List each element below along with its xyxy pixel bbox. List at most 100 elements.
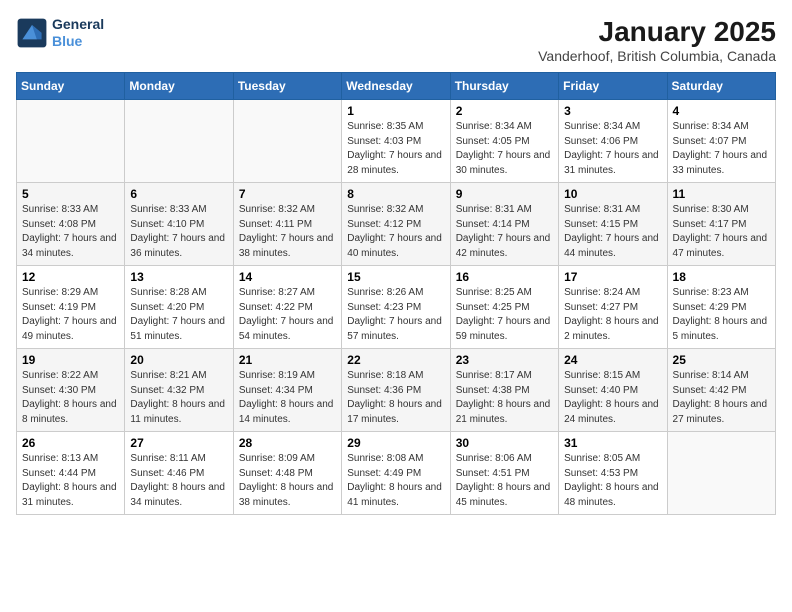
day-info: Sunrise: 8:29 AM Sunset: 4:19 PM Dayligh… xyxy=(22,286,119,344)
day-number: 1 xyxy=(347,104,444,118)
day-info: Sunrise: 8:32 AM Sunset: 4:12 PM Dayligh… xyxy=(347,203,444,261)
col-saturday: Saturday xyxy=(667,73,775,100)
calendar-cell: 3 Sunrise: 8:34 AM Sunset: 4:06 PM Daylig… xyxy=(559,100,667,183)
day-number: 12 xyxy=(22,270,119,284)
day-info: Sunrise: 8:14 AM Sunset: 4:42 PM Dayligh… xyxy=(673,369,770,427)
day-info: Sunrise: 8:06 AM Sunset: 4:51 PM Dayligh… xyxy=(456,452,553,510)
day-number: 4 xyxy=(673,104,770,118)
calendar-cell: 24 Sunrise: 8:15 AM Sunset: 4:40 PM Dayli… xyxy=(559,349,667,432)
week-row-4: 19Sunrise: 8:22 AM Sunset: 4:30 PM Dayli… xyxy=(17,349,776,432)
day-number: 6 xyxy=(130,187,227,201)
week-row-2: 5 Sunrise: 8:33 AM Sunset: 4:08 PM Daylig… xyxy=(17,183,776,266)
calendar-title: January 2025 xyxy=(538,16,776,48)
logo-text: General Blue xyxy=(52,16,104,50)
day-info: Sunrise: 8:08 AM Sunset: 4:49 PM Dayligh… xyxy=(347,452,444,510)
calendar-cell: 31Sunrise: 8:05 AM Sunset: 4:53 PM Dayli… xyxy=(559,432,667,515)
day-info: Sunrise: 8:23 AM Sunset: 4:29 PM Dayligh… xyxy=(673,286,770,344)
logo: General Blue xyxy=(16,16,104,50)
col-sunday: Sunday xyxy=(17,73,125,100)
day-info: Sunrise: 8:26 AM Sunset: 4:23 PM Dayligh… xyxy=(347,286,444,344)
day-info: Sunrise: 8:34 AM Sunset: 4:06 PM Dayligh… xyxy=(564,120,661,178)
day-number: 30 xyxy=(456,436,553,450)
day-info: Sunrise: 8:11 AM Sunset: 4:46 PM Dayligh… xyxy=(130,452,227,510)
day-number: 24 xyxy=(564,353,661,367)
calendar-cell: 10 Sunrise: 8:31 AM Sunset: 4:15 PM Dayli… xyxy=(559,183,667,266)
col-monday: Monday xyxy=(125,73,233,100)
week-row-5: 26Sunrise: 8:13 AM Sunset: 4:44 PM Dayli… xyxy=(17,432,776,515)
day-info: Sunrise: 8:15 AM Sunset: 4:40 PM Dayligh… xyxy=(564,369,661,427)
calendar-cell: 12 Sunrise: 8:29 AM Sunset: 4:19 PM Dayli… xyxy=(17,266,125,349)
calendar-cell: 6 Sunrise: 8:33 AM Sunset: 4:10 PM Daylig… xyxy=(125,183,233,266)
calendar-cell: 4 Sunrise: 8:34 AM Sunset: 4:07 PM Daylig… xyxy=(667,100,775,183)
calendar-cell: 18Sunrise: 8:23 AM Sunset: 4:29 PM Dayli… xyxy=(667,266,775,349)
day-info: Sunrise: 8:31 AM Sunset: 4:15 PM Dayligh… xyxy=(564,203,661,261)
day-info: Sunrise: 8:27 AM Sunset: 4:22 PM Dayligh… xyxy=(239,286,336,344)
day-number: 7 xyxy=(239,187,336,201)
calendar-cell: 26Sunrise: 8:13 AM Sunset: 4:44 PM Dayli… xyxy=(17,432,125,515)
calendar-cell: 14 Sunrise: 8:27 AM Sunset: 4:22 PM Dayli… xyxy=(233,266,341,349)
day-number: 20 xyxy=(130,353,227,367)
calendar-header: Sunday Monday Tuesday Wednesday Thursday… xyxy=(17,73,776,100)
day-info: Sunrise: 8:18 AM Sunset: 4:36 PM Dayligh… xyxy=(347,369,444,427)
day-number: 13 xyxy=(130,270,227,284)
day-info: Sunrise: 8:31 AM Sunset: 4:14 PM Dayligh… xyxy=(456,203,553,261)
calendar-cell: 2Sunrise: 8:34 AM Sunset: 4:05 PM Daylig… xyxy=(450,100,558,183)
day-info: Sunrise: 8:19 AM Sunset: 4:34 PM Dayligh… xyxy=(239,369,336,427)
col-tuesday: Tuesday xyxy=(233,73,341,100)
calendar-cell: 15 Sunrise: 8:26 AM Sunset: 4:23 PM Dayli… xyxy=(342,266,450,349)
day-number: 8 xyxy=(347,187,444,201)
day-number: 11 xyxy=(673,187,770,201)
day-info: Sunrise: 8:28 AM Sunset: 4:20 PM Dayligh… xyxy=(130,286,227,344)
calendar-cell: 19Sunrise: 8:22 AM Sunset: 4:30 PM Dayli… xyxy=(17,349,125,432)
logo-line2: Blue xyxy=(52,33,82,49)
day-info: Sunrise: 8:33 AM Sunset: 4:10 PM Dayligh… xyxy=(130,203,227,261)
calendar-subtitle: Vanderhoof, British Columbia, Canada xyxy=(538,48,776,64)
calendar-cell xyxy=(17,100,125,183)
day-info: Sunrise: 8:32 AM Sunset: 4:11 PM Dayligh… xyxy=(239,203,336,261)
calendar-cell: 25 Sunrise: 8:14 AM Sunset: 4:42 PM Dayli… xyxy=(667,349,775,432)
day-info: Sunrise: 8:21 AM Sunset: 4:32 PM Dayligh… xyxy=(130,369,227,427)
calendar-cell: 23Sunrise: 8:17 AM Sunset: 4:38 PM Dayli… xyxy=(450,349,558,432)
calendar-cell: 11 Sunrise: 8:30 AM Sunset: 4:17 PM Dayli… xyxy=(667,183,775,266)
calendar-cell xyxy=(125,100,233,183)
day-info: Sunrise: 8:34 AM Sunset: 4:07 PM Dayligh… xyxy=(673,120,770,178)
calendar-cell: 28Sunrise: 8:09 AM Sunset: 4:48 PM Dayli… xyxy=(233,432,341,515)
day-info: Sunrise: 8:34 AM Sunset: 4:05 PM Dayligh… xyxy=(456,120,553,178)
day-info: Sunrise: 8:35 AM Sunset: 4:03 PM Dayligh… xyxy=(347,120,444,178)
col-wednesday: Wednesday xyxy=(342,73,450,100)
calendar-cell: 8 Sunrise: 8:32 AM Sunset: 4:12 PM Daylig… xyxy=(342,183,450,266)
day-info: Sunrise: 8:05 AM Sunset: 4:53 PM Dayligh… xyxy=(564,452,661,510)
col-thursday: Thursday xyxy=(450,73,558,100)
calendar-table: Sunday Monday Tuesday Wednesday Thursday… xyxy=(16,72,776,515)
day-info: Sunrise: 8:33 AM Sunset: 4:08 PM Dayligh… xyxy=(22,203,119,261)
calendar-cell: 22Sunrise: 8:18 AM Sunset: 4:36 PM Dayli… xyxy=(342,349,450,432)
calendar-cell: 1 Sunrise: 8:35 AM Sunset: 4:03 PM Daylig… xyxy=(342,100,450,183)
day-number: 29 xyxy=(347,436,444,450)
calendar-cell: 5 Sunrise: 8:33 AM Sunset: 4:08 PM Daylig… xyxy=(17,183,125,266)
day-number: 3 xyxy=(564,104,661,118)
day-number: 15 xyxy=(347,270,444,284)
calendar-cell: 20 Sunrise: 8:21 AM Sunset: 4:32 PM Dayli… xyxy=(125,349,233,432)
day-info: Sunrise: 8:24 AM Sunset: 4:27 PM Dayligh… xyxy=(564,286,661,344)
title-section: January 2025 Vanderhoof, British Columbi… xyxy=(538,16,776,64)
calendar-body: 1 Sunrise: 8:35 AM Sunset: 4:03 PM Daylig… xyxy=(17,100,776,515)
day-number: 25 xyxy=(673,353,770,367)
logo-line1: General xyxy=(52,16,104,33)
day-number: 16 xyxy=(456,270,553,284)
day-number: 10 xyxy=(564,187,661,201)
day-info: Sunrise: 8:17 AM Sunset: 4:38 PM Dayligh… xyxy=(456,369,553,427)
week-row-1: 1 Sunrise: 8:35 AM Sunset: 4:03 PM Daylig… xyxy=(17,100,776,183)
day-number: 17 xyxy=(564,270,661,284)
calendar-cell xyxy=(233,100,341,183)
day-number: 28 xyxy=(239,436,336,450)
day-number: 26 xyxy=(22,436,119,450)
day-number: 14 xyxy=(239,270,336,284)
page-header: General Blue January 2025 Vanderhoof, Br… xyxy=(16,16,776,64)
day-number: 21 xyxy=(239,353,336,367)
calendar-cell xyxy=(667,432,775,515)
day-number: 5 xyxy=(22,187,119,201)
day-info: Sunrise: 8:30 AM Sunset: 4:17 PM Dayligh… xyxy=(673,203,770,261)
day-number: 9 xyxy=(456,187,553,201)
calendar-cell: 29 Sunrise: 8:08 AM Sunset: 4:49 PM Dayli… xyxy=(342,432,450,515)
calendar-cell: 9 Sunrise: 8:31 AM Sunset: 4:14 PM Daylig… xyxy=(450,183,558,266)
